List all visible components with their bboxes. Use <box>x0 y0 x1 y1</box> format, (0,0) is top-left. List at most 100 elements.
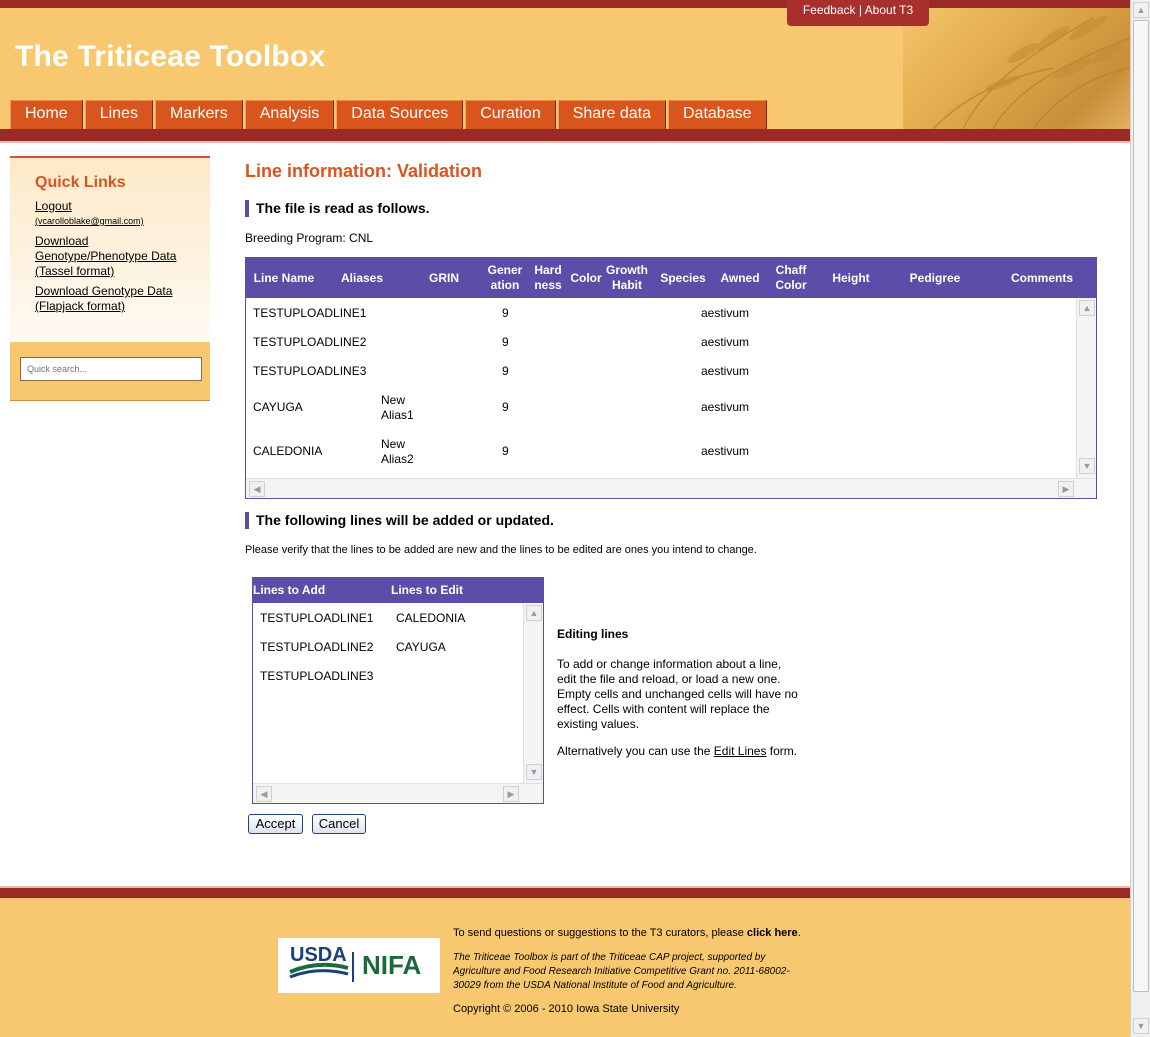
col-grin: GRIN <box>429 270 459 285</box>
site-title[interactable]: The Triticeae Toolbox <box>15 40 325 74</box>
table-cell-generation: 9 <box>502 364 509 378</box>
table-cell-aliases: New Alias2 <box>381 437 414 467</box>
table-cell-generation: 9 <box>502 444 509 458</box>
col-line-name: Line Name <box>253 270 315 285</box>
scroll-down-icon[interactable]: ▼ <box>1079 458 1095 474</box>
table-cell-line: TESTUPLOADLINE3 <box>253 364 367 378</box>
alias-line2: Alias1 <box>381 408 414 422</box>
scroll-right-icon[interactable]: ▶ <box>503 786 519 802</box>
main-nav: Home Lines Markers Analysis Data Sources… <box>10 100 769 129</box>
alias-line1: New <box>381 393 406 407</box>
nav-data-sources[interactable]: Data Sources <box>336 100 464 129</box>
alternatively-text: Alternatively you can use the Edit Lines… <box>557 744 797 758</box>
line-to-edit: CALEDONIA <box>396 611 466 625</box>
col-generation-line1: Gener <box>487 263 523 277</box>
download-tassel-line3: (Tassel format) <box>35 264 115 278</box>
quick-links-title: Quick Links <box>35 174 126 191</box>
quick-links-box: Quick Links Logout (vcarolloblake@gmail.… <box>10 156 210 342</box>
breeding-program: Breeding Program: CNL <box>245 231 374 245</box>
download-tassel-link[interactable]: Download Genotype/Phenotype Data (Tassel… <box>35 234 176 279</box>
file-table-vscroll[interactable]: ▲ ▼ <box>1076 298 1096 478</box>
header-divider-light <box>0 141 1130 143</box>
table-cell-aliases: New Alias1 <box>381 393 414 423</box>
alias-line1: New <box>381 437 406 451</box>
download-tassel-line1: Download <box>35 234 89 248</box>
col-height: Height <box>832 270 870 285</box>
page: The Triticeae Toolbox Feedback | About T… <box>0 0 1130 1037</box>
nav-share-data[interactable]: Share data <box>557 100 666 129</box>
table-cell-generation: 9 <box>502 400 509 414</box>
accept-button[interactable]: Accept <box>248 814 303 834</box>
col-generation-line2: ation <box>490 278 520 292</box>
contact-text: To send questions or suggestions to the … <box>453 927 801 939</box>
feedback-tab: Feedback | About T3 <box>787 0 929 26</box>
table-cell-species: aestivum <box>701 400 750 414</box>
window-scroll-thumb[interactable] <box>1133 20 1149 992</box>
click-here-link[interactable]: click here <box>747 927 798 939</box>
alt-prefix: Alternatively you can use the <box>557 744 714 758</box>
lines-table: Lines to Add Lines to Edit TESTUPLOADLIN… <box>252 577 544 804</box>
scroll-right-icon[interactable]: ▶ <box>1058 481 1074 497</box>
nav-lines[interactable]: Lines <box>84 100 153 129</box>
contact-suffix: . <box>797 927 801 939</box>
feedback-link[interactable]: Feedback <box>803 3 856 17</box>
nav-database[interactable]: Database <box>668 100 767 129</box>
scroll-up-icon[interactable]: ▲ <box>1133 2 1149 18</box>
col-generation: Gener ation <box>484 258 526 298</box>
section-file-read: The file is read as follows. <box>245 200 430 217</box>
verify-text: Please verify that the lines to be added… <box>245 544 757 556</box>
download-flapjack-link[interactable]: Download Genotype Data (Flapjack format) <box>35 284 172 314</box>
scroll-left-icon[interactable]: ◀ <box>256 786 272 802</box>
line-to-edit: CAYUGA <box>396 640 446 654</box>
editing-text-line: Empty cells and unchanged cells will hav… <box>557 687 798 701</box>
table-cell-species: aestivum <box>701 335 750 349</box>
quick-search-box <box>10 342 210 401</box>
section-lines-update: The following lines will be added or upd… <box>245 512 554 529</box>
col-pedigree: Pedigree <box>909 270 961 285</box>
nav-home[interactable]: Home <box>10 100 83 129</box>
table-cell-generation: 9 <box>502 306 509 320</box>
funding-line: Agriculture and Food Research Initiative… <box>453 966 790 977</box>
scroll-up-icon[interactable]: ▲ <box>1079 300 1095 316</box>
download-tassel-line2: Genotype/Phenotype Data <box>35 249 177 263</box>
nav-analysis[interactable]: Analysis <box>244 100 335 129</box>
user-email: (vcarolloblake@gmail.com) <box>35 216 144 226</box>
table-cell-line: CALEDONIA <box>253 444 323 458</box>
col-awned: Awned <box>720 270 760 285</box>
col-growth-habit: Growth Habit <box>604 258 650 298</box>
lines-table-hscroll[interactable]: ◀ ▶ <box>253 783 543 803</box>
copyright: Copyright © 2006 - 2010 Iowa State Unive… <box>453 1003 680 1015</box>
about-t3-link[interactable]: About T3 <box>865 3 913 17</box>
window-scrollbar[interactable]: ▲ ▼ <box>1130 0 1150 1037</box>
header-divider <box>0 129 1130 141</box>
logo-divider <box>352 952 354 982</box>
cancel-button[interactable]: Cancel <box>312 814 366 834</box>
file-table-hscroll[interactable]: ◀ ▶ <box>246 478 1096 498</box>
scroll-down-icon[interactable]: ▼ <box>526 764 542 780</box>
footer-divider <box>0 886 1130 898</box>
table-cell-line: TESTUPLOADLINE1 <box>253 306 367 320</box>
col-lines-to-add: Lines to Add <box>253 583 326 597</box>
top-bar <box>0 0 1130 8</box>
scroll-up-icon[interactable]: ▲ <box>526 605 542 621</box>
funding-line: 30029 from the USDA National Institute o… <box>453 980 737 991</box>
quick-search-input[interactable] <box>20 357 202 381</box>
editing-text-line: edit the file and reload, or load a new … <box>557 672 781 686</box>
nav-markers[interactable]: Markers <box>154 100 243 129</box>
logout-link[interactable]: Logout <box>35 199 72 214</box>
lines-table-vscroll[interactable]: ▲ ▼ <box>523 603 543 783</box>
scroll-down-icon[interactable]: ▼ <box>1133 1018 1149 1034</box>
nifa-logo-text: NIFA <box>362 950 422 980</box>
file-table-header: Line Name Aliases GRIN Gener ation Hard … <box>246 258 1096 298</box>
funding-line: The Triticeae Toolbox is part of the Tri… <box>453 952 766 963</box>
col-chaff-color-line2: Color <box>775 278 807 292</box>
file-table: Line Name Aliases GRIN Gener ation Hard … <box>245 257 1097 499</box>
editing-lines-text: To add or change information about a lin… <box>557 657 798 732</box>
alt-suffix: form. <box>766 744 798 758</box>
nav-curation[interactable]: Curation <box>465 100 556 129</box>
table-cell-species: aestivum <box>701 444 750 458</box>
scroll-left-icon[interactable]: ◀ <box>249 481 265 497</box>
edit-lines-link[interactable]: Edit Lines <box>714 744 767 758</box>
alias-line2: Alias2 <box>381 452 414 466</box>
col-chaff-color: Chaff Color <box>772 258 810 298</box>
